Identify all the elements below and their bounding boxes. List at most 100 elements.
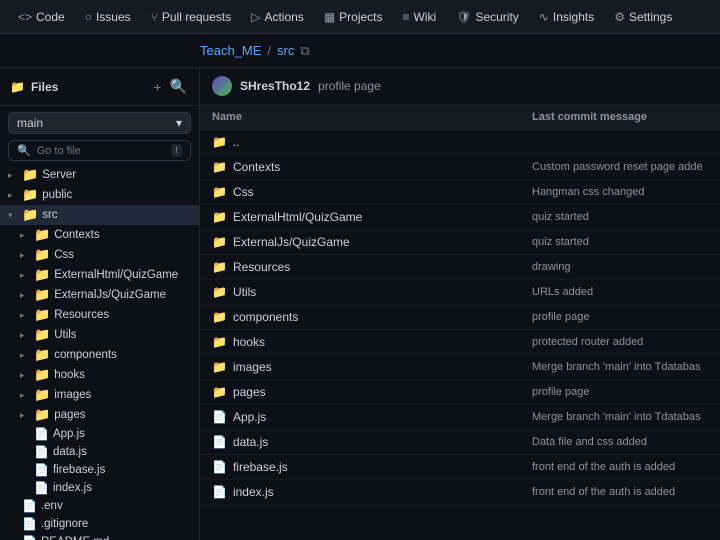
copy-path-icon[interactable]: ⧉ — [300, 43, 309, 59]
nav-code[interactable]: <> Code — [8, 0, 75, 34]
nav-wiki[interactable]: ≡ Wiki — [393, 0, 447, 34]
tree-item-externaljs-quizgame[interactable]: ▸📁ExternalJs/QuizGame — [0, 285, 199, 305]
tree-item-hooks[interactable]: ▸📁hooks — [0, 365, 199, 385]
tree-item-label: pages — [54, 409, 85, 421]
file-row[interactable]: 📁 hooks protected router added — [200, 330, 720, 355]
file-row[interactable]: 📁 components profile page — [200, 305, 720, 330]
file-row-commit: drawing — [532, 261, 708, 273]
file-row-name: 📁 Contexts — [212, 160, 532, 174]
file-row[interactable]: 📄 data.js Data file and css added — [200, 430, 720, 455]
tree-item-components[interactable]: ▸📁components — [0, 345, 199, 365]
file-row-name: 📄 firebase.js — [212, 460, 532, 474]
file-tree: ▸📁Server▸📁public▾📁src▸📁Contexts▸📁Css▸📁Ex… — [0, 165, 199, 540]
file-row-commit: Data file and css added — [532, 436, 708, 448]
commit-info: SHresTho12 profile page — [200, 68, 720, 105]
file-row[interactable]: 📁 ExternalHtml/QuizGame quiz started — [200, 205, 720, 230]
file-name[interactable]: data.js — [233, 435, 268, 449]
breadcrumb-repo[interactable]: Teach_ME — [200, 43, 261, 58]
file-row-name: 📄 data.js — [212, 435, 532, 449]
nav-actions[interactable]: ▷ Actions — [241, 0, 314, 34]
folder-icon: 📁 — [212, 160, 227, 174]
chevron-icon: ▾ — [8, 210, 18, 221]
file-name[interactable]: App.js — [233, 410, 266, 424]
chevron-icon: ▸ — [20, 370, 30, 381]
file-row-name: 📄 App.js — [212, 410, 532, 424]
file-name[interactable]: images — [233, 360, 272, 374]
nav-projects[interactable]: ▦ Projects — [314, 0, 393, 34]
nav-settings[interactable]: ⚙ Settings — [604, 0, 682, 34]
file-name[interactable]: ExternalHtml/QuizGame — [233, 210, 362, 224]
file-row[interactable]: 📁 Contexts Custom password reset page ad… — [200, 155, 720, 180]
file-row-commit: front end of the auth is added — [532, 486, 708, 498]
file-icon: 📄 — [34, 427, 49, 441]
chevron-icon: ▸ — [20, 410, 30, 421]
tree-item-images[interactable]: ▸📁images — [0, 385, 199, 405]
folder-icon: 📁 — [22, 167, 38, 183]
tree-item-resources[interactable]: ▸📁Resources — [0, 305, 199, 325]
file-row-name: 📁 Css — [212, 185, 532, 199]
file-row[interactable]: 📁 images Merge branch 'main' into Tdatab… — [200, 355, 720, 380]
nav-security[interactable]: 🛡 Security — [446, 0, 529, 34]
tree-item--env[interactable]: 📄.env — [0, 497, 199, 515]
search-input[interactable] — [37, 145, 166, 157]
file-name[interactable]: index.js — [233, 485, 274, 499]
chevron-icon: ▸ — [20, 310, 30, 321]
file-row[interactable]: 📁 Utils URLs added — [200, 280, 720, 305]
tree-item-server[interactable]: ▸📁Server — [0, 165, 199, 185]
tree-item-label: index.js — [53, 482, 92, 494]
tree-item-app-js[interactable]: 📄App.js — [0, 425, 199, 443]
file-row[interactable]: 📁 Css Hangman css changed — [200, 180, 720, 205]
file-name[interactable]: Utils — [233, 285, 256, 299]
tree-item-contexts[interactable]: ▸📁Contexts — [0, 225, 199, 245]
file-row[interactable]: 📁 .. — [200, 130, 720, 155]
file-name[interactable]: ExternalJs/QuizGame — [233, 235, 350, 249]
tree-item-public[interactable]: ▸📁public — [0, 185, 199, 205]
file-row[interactable]: 📄 App.js Merge branch 'main' into Tdatab… — [200, 405, 720, 430]
file-name[interactable]: .. — [233, 135, 240, 149]
file-name[interactable]: Css — [233, 185, 254, 199]
tree-item-readme-md[interactable]: 📄README.md — [0, 533, 199, 540]
tree-item-data-js[interactable]: 📄data.js — [0, 443, 199, 461]
tree-item-label: public — [42, 189, 72, 201]
file-row[interactable]: 📁 pages profile page — [200, 380, 720, 405]
add-file-button[interactable]: + — [151, 76, 163, 97]
search-file-button[interactable]: 🔍 — [168, 76, 189, 97]
file-row-commit: profile page — [532, 386, 708, 398]
file-row[interactable]: 📁 ExternalJs/QuizGame quiz started — [200, 230, 720, 255]
folder-icon: 📁 — [34, 407, 50, 423]
file-name[interactable]: components — [233, 310, 298, 324]
tree-item-label: Utils — [54, 329, 76, 341]
breadcrumb-path[interactable]: src — [277, 43, 294, 58]
wiki-icon: ≡ — [403, 10, 410, 24]
tree-item-firebase-js[interactable]: 📄firebase.js — [0, 461, 199, 479]
file-name[interactable]: pages — [233, 385, 266, 399]
file-name[interactable]: firebase.js — [233, 460, 288, 474]
tree-item-label: data.js — [53, 446, 87, 458]
file-name[interactable]: Resources — [233, 260, 290, 274]
folder-icon: 📁 — [22, 187, 38, 203]
file-row-commit: URLs added — [532, 286, 708, 298]
tree-item-css[interactable]: ▸📁Css — [0, 245, 199, 265]
folder-icon: 📁 — [212, 235, 227, 249]
tree-item-label: ExternalHtml/QuizGame — [54, 269, 178, 281]
tree-item-index-js[interactable]: 📄index.js — [0, 479, 199, 497]
file-row-commit: front end of the auth is added — [532, 461, 708, 473]
file-name[interactable]: Contexts — [233, 160, 280, 174]
tree-item-src[interactable]: ▾📁src — [0, 205, 199, 225]
file-row[interactable]: 📁 Resources drawing — [200, 255, 720, 280]
tree-item--gitignore[interactable]: 📄.gitignore — [0, 515, 199, 533]
folder-icon: 📁 — [34, 227, 50, 243]
file-row[interactable]: 📄 index.js front end of the auth is adde… — [200, 480, 720, 505]
file-row[interactable]: 📄 firebase.js front end of the auth is a… — [200, 455, 720, 480]
tree-item-pages[interactable]: ▸ 📁 pages — [0, 405, 199, 425]
sidebar-actions: + 🔍 — [151, 76, 189, 97]
tree-item-externalhtml-quizgame[interactable]: ▸📁ExternalHtml/QuizGame — [0, 265, 199, 285]
nav-issues[interactable]: ○ Issues — [75, 0, 141, 34]
folder-icon: 📁 — [34, 347, 50, 363]
tree-item-utils[interactable]: ▸📁Utils — [0, 325, 199, 345]
nav-pull-requests[interactable]: ⑂ Pull requests — [141, 0, 242, 34]
branch-selector[interactable]: main ▾ — [8, 112, 191, 134]
file-icon: 📄 — [22, 517, 37, 531]
file-name[interactable]: hooks — [233, 335, 265, 349]
nav-insights[interactable]: ∿ Insights — [529, 0, 604, 34]
